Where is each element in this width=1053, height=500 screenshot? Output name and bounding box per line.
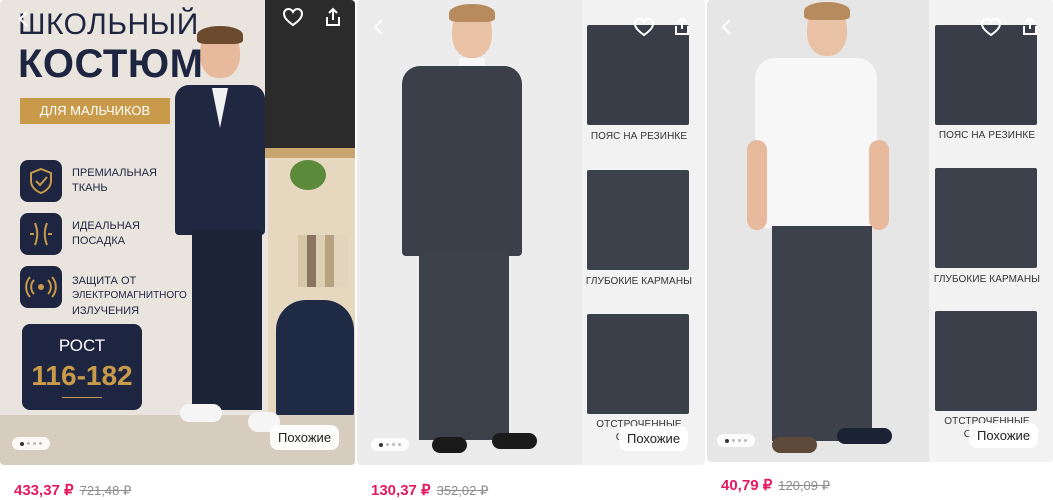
back-chevron-icon[interactable] [14, 8, 36, 30]
price-row-2: 130,37 ₽ 352,02 ₽ [371, 481, 488, 500]
feature-1-line-1: ПРЕМИАЛЬНАЯ [72, 167, 157, 179]
detail-label-2: ГЛУБОКИЕ КАРМАНЫ [933, 274, 1041, 285]
image-pagination[interactable] [12, 437, 50, 450]
crease-swatch [935, 311, 1037, 411]
height-label: РОСТ [58, 336, 106, 355]
old-price: 120,09 ₽ [778, 478, 830, 493]
boy-arm-left [747, 140, 767, 230]
pagination-dot[interactable] [27, 442, 30, 445]
boy-trousers [772, 226, 872, 441]
pocket-swatch [587, 170, 689, 270]
pagination-dot[interactable] [732, 439, 735, 442]
waistband-swatch [587, 25, 689, 125]
heart-icon[interactable] [633, 16, 655, 38]
pagination-dot[interactable] [386, 443, 389, 446]
product-image-3[interactable]: ПОЯС НА РЕЗИНКЕ ГЛУБОКИЕ КАРМАНЫ ОТСТРОЧ… [707, 0, 1053, 462]
boy-hair [449, 4, 495, 22]
feature-3: ЗАЩИТА ОТ ЭЛЕКТРОМАГНИТНОГО ИЗЛУЧЕНИЯ [20, 266, 190, 318]
pagination-dot[interactable] [33, 442, 36, 445]
pocket-swatch [935, 168, 1037, 268]
detail-label-1: ПОЯС НА РЕЗИНКЕ [938, 130, 1036, 141]
backpack [276, 300, 354, 420]
back-chevron-icon[interactable] [717, 16, 739, 38]
boy-shoe-left [180, 404, 222, 422]
waistband-swatch [935, 25, 1037, 125]
boy-hair [804, 2, 850, 20]
product-image-1[interactable]: ШКОЛЬНЫЙ КОСТЮМ ДЛЯ МАЛЬЧИКОВ ПРЕМИАЛЬНА… [0, 0, 355, 465]
shelf-frame [262, 148, 355, 158]
product-card-2[interactable]: ПОЯС НА РЕЗИНКЕ ГЛУБОКИЕ КАРМАНЫ ОТСТРОЧ… [357, 0, 705, 500]
similar-button[interactable]: Похожие [619, 426, 689, 451]
heart-icon[interactable] [282, 6, 304, 28]
pagination-dot[interactable] [379, 442, 383, 447]
product-card-3[interactable]: ПОЯС НА РЕЗИНКЕ ГЛУБОКИЕ КАРМАНЫ ОТСТРОЧ… [707, 0, 1053, 500]
boy-shoe-left [432, 437, 467, 453]
similar-button[interactable]: Похожие [270, 425, 340, 450]
heart-icon[interactable] [980, 16, 1002, 38]
feature-2-line-1: ИДЕАЛЬНАЯ [72, 220, 140, 232]
pagination-dot[interactable] [39, 442, 42, 445]
price-row-3: 40,79 ₽ 120,09 ₽ [721, 476, 830, 495]
height-value: 116-182 [31, 360, 133, 391]
boy-trousers [419, 250, 509, 440]
price: 433,37 ₽ [14, 482, 74, 499]
boy-hair [197, 26, 243, 44]
shield-check-icon [20, 160, 62, 202]
price: 130,37 ₽ [371, 482, 431, 499]
books [298, 235, 348, 287]
product-card-1[interactable]: ШКОЛЬНЫЙ КОСТЮМ ДЛЯ МАЛЬЧИКОВ ПРЕМИАЛЬНА… [0, 0, 355, 500]
old-price: 352,02 ₽ [436, 483, 489, 498]
price: 40,79 ₽ [721, 477, 773, 494]
boy-shoe-right [837, 428, 892, 444]
feature-3-line-1: ЗАЩИТА ОТ [72, 275, 137, 287]
share-icon[interactable] [671, 15, 693, 37]
crease-swatch [587, 314, 689, 414]
boy-arm-right [869, 140, 889, 230]
boy-tshirt [755, 58, 877, 228]
plant [290, 160, 326, 190]
product-image-2[interactable]: ПОЯС НА РЕЗИНКЕ ГЛУБОКИЕ КАРМАНЫ ОТСТРОЧ… [357, 0, 705, 465]
boy-trousers [192, 230, 262, 410]
boy-shoe-right [492, 433, 537, 449]
image-pagination[interactable] [717, 434, 755, 447]
back-chevron-icon[interactable] [369, 16, 391, 38]
pagination-dot[interactable] [398, 443, 401, 446]
detail-label-1: ПОЯС НА РЕЗИНКЕ [590, 131, 688, 142]
pagination-dot[interactable] [392, 443, 395, 446]
pagination-dot[interactable] [20, 441, 24, 446]
banner-title-2: КОСТЮМ [18, 42, 204, 86]
height-divider [62, 397, 102, 398]
pagination-dot[interactable] [725, 438, 729, 443]
banner-title-1: ШКОЛЬНЫЙ [18, 8, 199, 41]
feature-2: ИДЕАЛЬНАЯ ПОСАДКА [20, 213, 180, 257]
feature-2-line-2: ПОСАДКА [72, 235, 126, 247]
body-fit-icon [20, 213, 62, 255]
share-icon[interactable] [322, 6, 344, 28]
boy-shoe-left [772, 437, 817, 453]
feature-3-line-3: ИЗЛУЧЕНИЯ [72, 305, 140, 317]
similar-button[interactable]: Похожие [969, 423, 1039, 448]
height-badge: РОСТ 116-182 [22, 324, 142, 410]
price-row-1: 433,37 ₽ 721,48 ₽ [14, 481, 131, 500]
detail-label-2: ГЛУБОКИЕ КАРМАНЫ [585, 276, 693, 287]
radiation-shield-icon [20, 266, 62, 308]
pagination-dot[interactable] [744, 439, 747, 442]
feature-1-line-2: ТКАНЬ [72, 182, 108, 194]
feature-3-line-2: ЭЛЕКТРОМАГНИТНОГО [72, 290, 187, 301]
feature-1: ПРЕМИАЛЬНАЯ ТКАНЬ [20, 160, 180, 204]
banner-tag: ДЛЯ МАЛЬЧИКОВ [20, 98, 170, 124]
old-price: 721,48 ₽ [79, 483, 132, 498]
boy-jacket [402, 66, 522, 256]
share-icon[interactable] [1019, 15, 1041, 37]
pagination-dot[interactable] [738, 439, 741, 442]
image-pagination[interactable] [371, 438, 409, 451]
